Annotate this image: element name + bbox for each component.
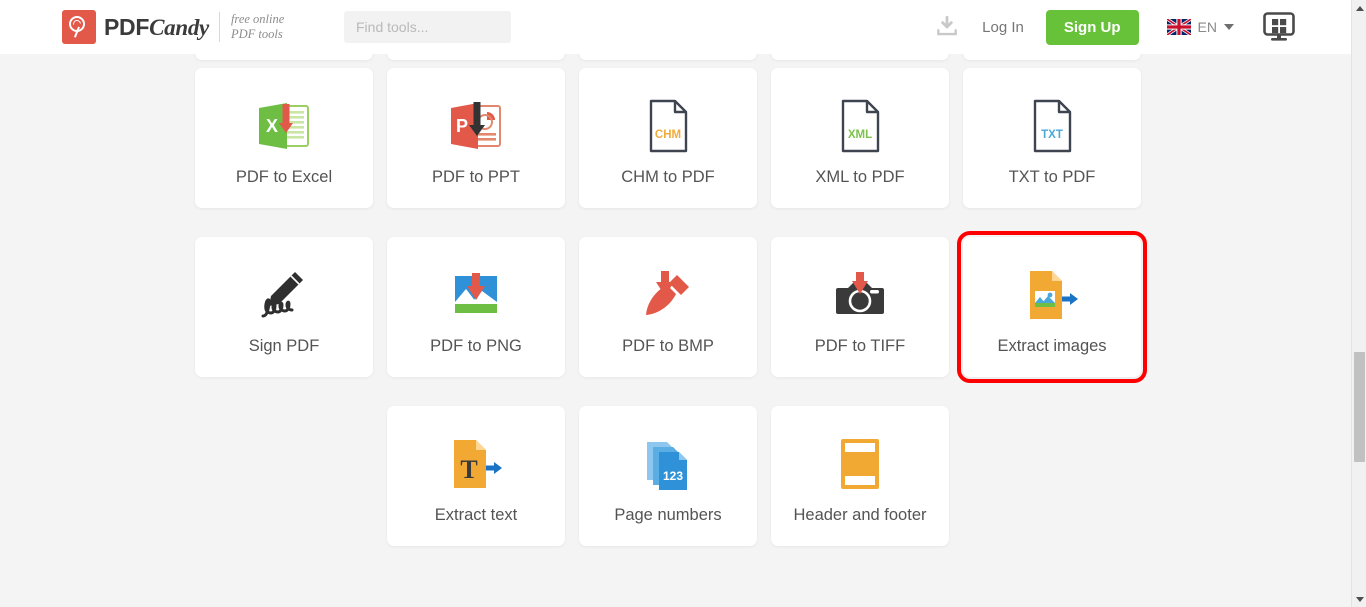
svg-text:X: X: [266, 116, 278, 136]
scroll-thumb[interactable]: [1354, 352, 1365, 462]
search-input[interactable]: [344, 11, 511, 43]
tool-card-pdf-to-bmp[interactable]: PDF to BMP: [579, 237, 757, 377]
tool-card-pdf-to-tiff[interactable]: PDF to TIFF: [771, 237, 949, 377]
tool-card-partial[interactable]: [387, 54, 565, 60]
site-header: PDFCandy free online PDF tools Log In Si…: [0, 0, 1351, 54]
tool-card-partial[interactable]: [963, 54, 1141, 60]
svg-text:123: 123: [663, 469, 683, 483]
uk-flag-icon: [1166, 19, 1191, 35]
tool-label: CHM to PDF: [621, 168, 715, 186]
tool-card-xml-to-pdf[interactable]: XML XML to PDF: [771, 68, 949, 208]
powerpoint-download-icon: P: [447, 96, 505, 156]
tool-label: PDF to Excel: [235, 168, 333, 186]
tool-card-chm-to-pdf[interactable]: CHM CHM to PDF: [579, 68, 757, 208]
tool-label: XML to PDF: [815, 168, 905, 186]
tool-label: Extract images: [997, 337, 1107, 355]
tool-card-sign-pdf[interactable]: Sign PDF: [195, 237, 373, 377]
tool-label: PDF to TIFF: [814, 337, 906, 355]
camera-download-icon: [832, 265, 888, 325]
tool-card-pdf-to-ppt[interactable]: P PDF to PPT: [387, 68, 565, 208]
desktop-monitor-windows-icon[interactable]: [1262, 12, 1296, 42]
tool-row-partial: [195, 54, 1141, 60]
excel-download-icon: X: [255, 96, 313, 156]
extract-text-icon: T: [448, 434, 504, 494]
browser-page: PDFCandy free online PDF tools Log In Si…: [0, 0, 1366, 607]
language-selector[interactable]: EN: [1166, 19, 1234, 35]
signature-pen-icon: [255, 265, 313, 325]
tool-card-partial[interactable]: [771, 54, 949, 60]
tool-label: Extract text: [434, 506, 518, 524]
txt-file-icon: TXT: [1028, 96, 1076, 156]
tool-card-header-and-footer[interactable]: Header and footer: [771, 406, 949, 546]
caret-down-icon[interactable]: [1352, 591, 1366, 607]
tagline-line-1: free online: [230, 12, 285, 26]
download-icon[interactable]: [934, 14, 960, 40]
brand-name: PDFCandy: [104, 14, 209, 41]
language-code: EN: [1197, 19, 1217, 35]
png-image-download-icon: [450, 265, 502, 325]
tool-card-extract-images[interactable]: Extract images: [957, 231, 1147, 383]
tool-label: PDF to PNG: [430, 337, 522, 355]
lollipop-icon: [62, 10, 96, 44]
tool-label: TXT to PDF: [1008, 168, 1096, 186]
tool-card-txt-to-pdf[interactable]: TXT TXT to PDF: [963, 68, 1141, 208]
tool-row-1: X PDF to Excel P PDF to PPT CHM CHM to P…: [195, 68, 1141, 208]
tools-grid: X PDF to Excel P PDF to PPT CHM CHM to P…: [0, 54, 1351, 607]
logo-divider: [218, 12, 220, 42]
svg-text:CHM: CHM: [655, 129, 681, 141]
tool-label: Sign PDF: [248, 337, 320, 355]
signup-button[interactable]: Sign Up: [1045, 9, 1139, 45]
tool-card-pdf-to-excel[interactable]: X PDF to Excel: [195, 68, 373, 208]
tool-label: PDF to BMP: [622, 337, 714, 355]
tool-card-partial[interactable]: [579, 54, 757, 60]
tool-card-extract-text[interactable]: T Extract text: [387, 406, 565, 546]
brand-primary: PDF: [104, 13, 150, 40]
brand-secondary: Candy: [149, 14, 209, 40]
svg-text:TXT: TXT: [1041, 129, 1063, 141]
login-link[interactable]: Log In: [982, 19, 1024, 36]
tool-row-3: T Extract text 123 Page numbers Header a…: [387, 406, 949, 546]
tool-card-page-numbers[interactable]: 123 Page numbers: [579, 406, 757, 546]
tool-label: PDF to PPT: [431, 168, 521, 186]
logo-tagline: free online PDF tools: [231, 12, 284, 42]
tagline-line-2: PDF tools: [230, 27, 283, 41]
header-actions: Log In Sign Up EN: [934, 0, 1296, 54]
extract-images-icon: [1024, 265, 1080, 325]
tool-label: Page numbers: [614, 506, 722, 524]
site-logo[interactable]: PDFCandy free online PDF tools: [62, 10, 284, 44]
caret-up-icon[interactable]: [1352, 0, 1366, 16]
tool-card-pdf-to-png[interactable]: PDF to PNG: [387, 237, 565, 377]
xml-file-icon: XML: [836, 96, 884, 156]
tool-row-2: Sign PDF PDF to PNG PDF to BMP PDF to TI…: [195, 231, 1147, 383]
chevron-down-icon: [1224, 24, 1234, 30]
svg-text:T: T: [460, 455, 477, 484]
header-footer-icon: [835, 434, 885, 494]
paintbrush-download-icon: [641, 265, 695, 325]
tool-label: Header and footer: [793, 506, 927, 524]
tool-card-partial[interactable]: [195, 54, 373, 60]
vertical-scrollbar[interactable]: [1351, 0, 1366, 607]
svg-text:P: P: [456, 116, 468, 136]
chm-file-icon: CHM: [644, 96, 692, 156]
svg-text:XML: XML: [848, 129, 872, 141]
page-numbers-icon: 123: [641, 434, 695, 494]
